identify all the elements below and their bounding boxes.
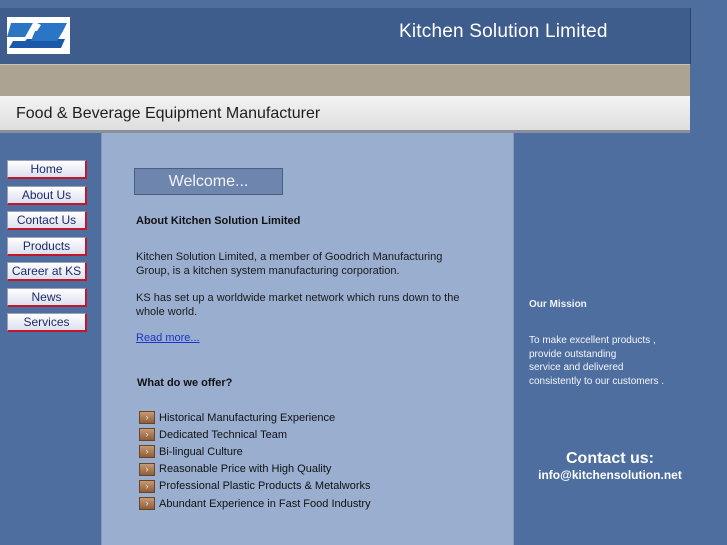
subtitle-bar: Food & Beverage Equipment Manufacturer [0,96,690,133]
nav-products-button[interactable]: Products [7,236,87,256]
ks-logo-icon[interactable] [7,17,70,54]
main-content: Welcome... About Kitchen Solution Limite… [101,133,514,545]
arrow-bullet-icon: › [139,445,155,459]
offer-heading: What do we offer? [137,377,233,389]
nav-about-us-button[interactable]: About Us [7,185,87,205]
list-item: › Bi-lingual Culture [139,443,371,460]
list-item: › Historical Manufacturing Experience [139,409,371,426]
offer-text: Professional Plastic Products & Metalwor… [159,480,371,493]
welcome-banner: Welcome... [134,168,283,195]
arrow-bullet-icon: › [139,497,155,511]
intro-paragraph: Kitchen Solution Limited, a member of Go… [136,251,443,277]
arrow-bullet-icon: › [139,411,155,425]
offer-text: Bi-lingual Culture [159,445,243,458]
arrow-bullet-icon: › [139,428,155,442]
offer-text: Historical Manufacturing Experience [159,411,336,424]
nav-contact-us-button[interactable]: Contact Us [7,211,87,230]
offer-text: Dedicated Technical Team [159,428,288,441]
nav-career-button[interactable]: Career at KS [7,262,87,281]
decorative-band [0,64,690,97]
contact-heading: Contact us: [566,450,654,467]
mission-line: provide outstanding [529,348,617,360]
left-nav: Home About Us Contact Us Products Career… [7,160,89,339]
mission-text: To make excellent products , provide out… [529,334,699,388]
list-item: › Professional Plastic Products & Metalw… [139,478,371,495]
list-item: › Reasonable Price with High Quality [139,461,371,478]
nav-home-button[interactable]: Home [7,160,87,179]
contact-email-link[interactable]: info@kitchensolution.net [530,468,690,482]
offer-text: Abundant Experience in Fast Food Industr… [159,497,371,510]
list-item: › Dedicated Technical Team [139,426,371,443]
network-paragraph: KS has set up a worldwide market network… [136,292,460,318]
header-bar: Kitchen Solution Limited [0,8,691,64]
offer-text: Reasonable Price with High Quality [159,463,332,476]
nav-services-button[interactable]: Services [7,313,87,332]
mission-line: To make excellent products , [529,335,656,346]
arrow-bullet-icon: › [139,479,155,493]
page-subtitle: Food & Beverage Equipment Manufacturer [16,105,321,122]
about-heading: About Kitchen Solution Limited [136,215,301,227]
mission-line: service and delivered [529,362,624,373]
read-more-link[interactable]: Read more... [136,332,200,344]
arrow-bullet-icon: › [139,462,155,476]
list-item: › Abundant Experience in Fast Food Indus… [139,495,371,512]
nav-news-button[interactable]: News [7,287,87,307]
site-title: Kitchen Solution Limited [399,21,608,42]
offer-list: › Historical Manufacturing Experience › … [139,409,371,512]
mission-line: consistently to our customers . [529,375,665,387]
mission-heading: Our Mission [529,299,587,310]
